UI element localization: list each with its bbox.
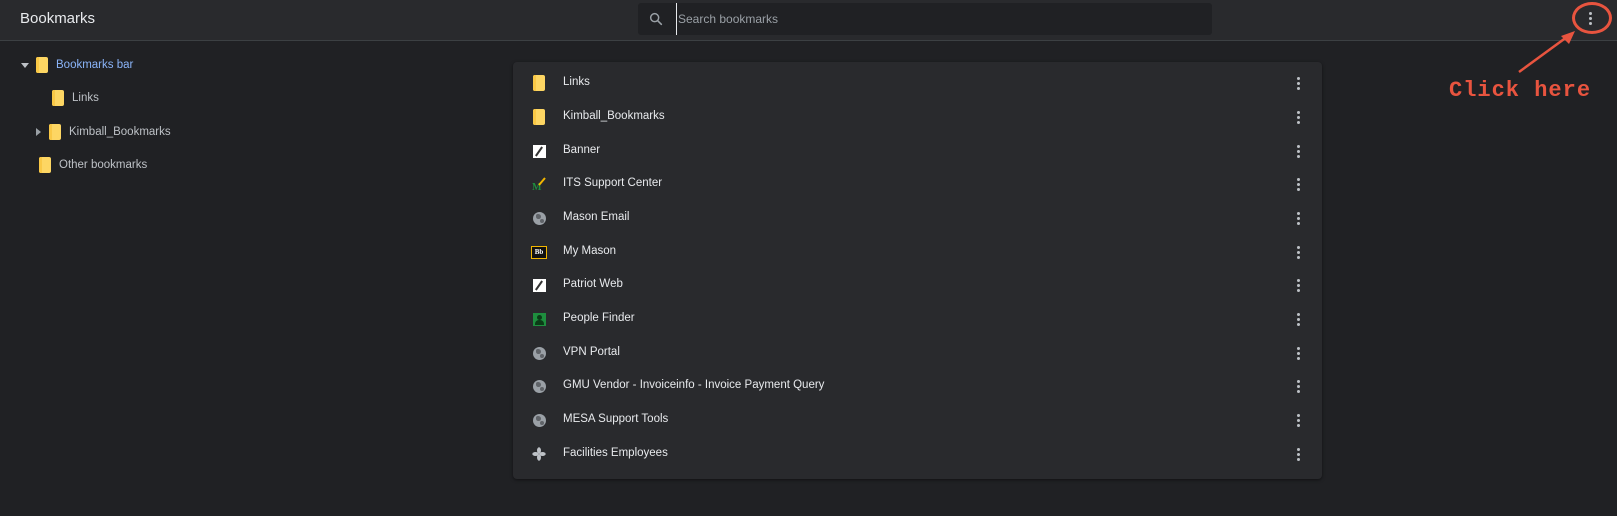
list-item-label: Patriot Web	[563, 278, 623, 290]
its-favicon-icon: M	[531, 176, 547, 192]
more-vert-icon[interactable]	[1288, 374, 1308, 398]
sidebar-item-kimball-bookmarks[interactable]: Kimball_Bookmarks	[33, 120, 171, 144]
list-item[interactable]: GMU Vendor - Invoiceinfo - Invoice Payme…	[513, 369, 1322, 403]
list-item[interactable]: Kimball_Bookmarks	[513, 100, 1322, 134]
list-item[interactable]: Facilities Employees	[513, 437, 1322, 471]
list-item-label: GMU Vendor - Invoiceinfo - Invoice Payme…	[563, 379, 825, 391]
sidebar-item-label: Bookmarks bar	[56, 59, 134, 71]
search-box[interactable]	[638, 3, 1212, 35]
more-vert-icon[interactable]	[1288, 206, 1308, 230]
more-vert-icon[interactable]	[1580, 6, 1600, 30]
pinwheel-favicon-icon	[531, 446, 547, 462]
list-item-label: Links	[563, 76, 590, 88]
bookmark-list: Links Kimball_Bookmarks Banner M ITS Sup…	[513, 62, 1322, 479]
list-item[interactable]: Mason Email	[513, 201, 1322, 235]
more-vert-icon[interactable]	[1288, 139, 1308, 163]
annotation-text: Click here	[1449, 78, 1592, 103]
more-vert-icon[interactable]	[1288, 172, 1308, 196]
blackboard-favicon-icon: Bb	[531, 244, 547, 260]
globe-icon	[531, 345, 547, 361]
more-vert-icon[interactable]	[1288, 341, 1308, 365]
list-item-label: MESA Support Tools	[563, 413, 669, 425]
folder-icon	[52, 90, 64, 106]
list-item-label: People Finder	[563, 312, 635, 324]
list-item-label: Mason Email	[563, 211, 630, 223]
more-vert-icon[interactable]	[1288, 408, 1308, 432]
list-item-label: Kimball_Bookmarks	[563, 110, 665, 122]
list-item[interactable]: Patriot Web	[513, 268, 1322, 302]
list-item-label: Facilities Employees	[563, 447, 668, 459]
expand-arrow-icon[interactable]	[20, 60, 30, 70]
list-item-label: My Mason	[563, 245, 617, 257]
more-vert-icon[interactable]	[1288, 442, 1308, 466]
folder-icon	[49, 124, 61, 140]
more-vert-icon[interactable]	[1288, 105, 1308, 129]
more-vert-icon[interactable]	[1288, 240, 1308, 264]
more-vert-icon[interactable]	[1288, 307, 1308, 331]
folder-icon	[531, 75, 547, 91]
list-item-label: Banner	[563, 144, 601, 156]
more-vert-icon[interactable]	[1288, 71, 1308, 95]
search-input[interactable]	[676, 3, 1198, 35]
list-item[interactable]: Links	[513, 66, 1322, 100]
sidebar-item-label: Kimball_Bookmarks	[69, 126, 171, 138]
sidebar-item-label: Other bookmarks	[59, 159, 148, 171]
globe-icon	[531, 378, 547, 394]
list-item[interactable]: M ITS Support Center	[513, 167, 1322, 201]
folder-icon	[531, 109, 547, 125]
sidebar-item-bookmarks-bar[interactable]: Bookmarks bar	[20, 53, 133, 77]
banner-favicon-icon	[531, 143, 547, 159]
list-item[interactable]: Banner	[513, 134, 1322, 168]
list-item[interactable]: MESA Support Tools	[513, 403, 1322, 437]
folder-icon	[36, 57, 48, 73]
more-vert-icon[interactable]	[1288, 273, 1308, 297]
list-item[interactable]: VPN Portal	[513, 336, 1322, 370]
folder-icon	[39, 157, 51, 173]
sidebar-item-label: Links	[72, 92, 99, 104]
collapse-arrow-icon[interactable]	[33, 127, 43, 137]
list-item-label: VPN Portal	[563, 346, 620, 358]
banner-favicon-icon	[531, 277, 547, 293]
people-favicon-icon	[531, 311, 547, 327]
globe-icon	[531, 210, 547, 226]
toolbar: Bookmarks	[0, 0, 1617, 41]
list-item[interactable]: Bb My Mason	[513, 235, 1322, 269]
sidebar-item-links[interactable]: Links	[52, 86, 99, 110]
page-title: Bookmarks	[20, 10, 96, 27]
list-item[interactable]: People Finder	[513, 302, 1322, 336]
search-icon	[649, 12, 663, 26]
list-item-label: ITS Support Center	[563, 177, 663, 189]
globe-icon	[531, 412, 547, 428]
sidebar-item-other-bookmarks[interactable]: Other bookmarks	[39, 153, 147, 177]
